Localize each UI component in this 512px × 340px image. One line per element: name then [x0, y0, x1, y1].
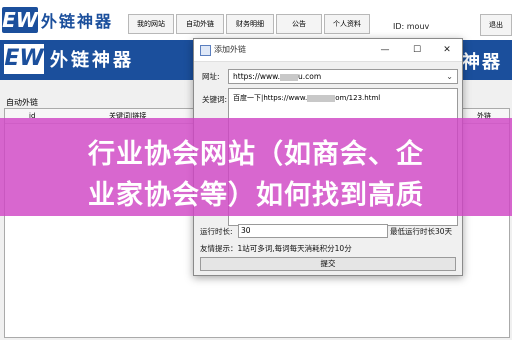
- app-logo: EW 外链神器: [2, 4, 124, 35]
- tab-finance[interactable]: 财务明细: [226, 14, 274, 34]
- tab-auto-links[interactable]: 自动外链: [176, 14, 224, 34]
- banner-logo-mark: EW: [4, 44, 44, 74]
- header-bar: EW 外链神器 我的网站 自动外链 财务明细 公告 个人资料 ID: mouv …: [0, 0, 512, 40]
- blurred-text: [307, 94, 336, 102]
- close-button[interactable]: ✕: [436, 42, 458, 58]
- banner-right-text: 神器: [462, 52, 502, 73]
- dialog-title: 添加外链: [214, 45, 246, 54]
- title-overlay-banner: 行业协会网站（如商会、企 业家协会等）如何找到高质: [0, 118, 512, 216]
- url-value: https://www. u.com: [233, 72, 322, 81]
- overlay-title-line-2: 业家协会等）如何找到高质: [88, 180, 424, 211]
- url-select[interactable]: https://www. u.com ⌄: [228, 69, 458, 84]
- logo-text: 外链神器: [41, 11, 114, 31]
- min-run-time-note: 最低运行时长30天: [390, 227, 453, 236]
- banner-logo: EW 外链神器: [4, 44, 134, 74]
- window-icon: [200, 45, 211, 56]
- banner-logo-text: 外链神器: [50, 50, 134, 71]
- user-id-label: ID: mouv: [393, 22, 430, 31]
- section-title: 自动外链: [6, 98, 38, 107]
- tab-my-sites[interactable]: 我的网站: [128, 14, 174, 34]
- exit-button[interactable]: 退出: [480, 14, 512, 36]
- submit-button[interactable]: 提交: [200, 257, 456, 271]
- minimize-button[interactable]: —: [374, 42, 396, 58]
- keyword-value: 百度一下|https://www. om/123.html: [233, 94, 381, 102]
- nav-tabs: 我的网站 自动外链 财务明细 公告 个人资料: [128, 14, 372, 34]
- tip-text: 友情提示：1站可多词,每词每天消耗积分10分: [200, 244, 352, 253]
- logo-mark: EW: [2, 6, 38, 33]
- keyword-label: 关键词:: [202, 95, 228, 104]
- tab-profile[interactable]: 个人资料: [324, 14, 370, 34]
- run-time-label: 运行时长:: [200, 227, 233, 236]
- chevron-down-icon: ⌄: [446, 72, 453, 81]
- overlay-title-line-1: 行业协会网站（如商会、企: [88, 139, 424, 170]
- tab-notice[interactable]: 公告: [276, 14, 322, 34]
- url-label: 网址:: [202, 72, 220, 81]
- blurred-text: [279, 73, 298, 81]
- maximize-button[interactable]: ☐: [406, 42, 428, 58]
- dialog-titlebar: 添加外链 — ☐ ✕: [194, 39, 462, 62]
- run-time-input[interactable]: 30: [238, 224, 388, 238]
